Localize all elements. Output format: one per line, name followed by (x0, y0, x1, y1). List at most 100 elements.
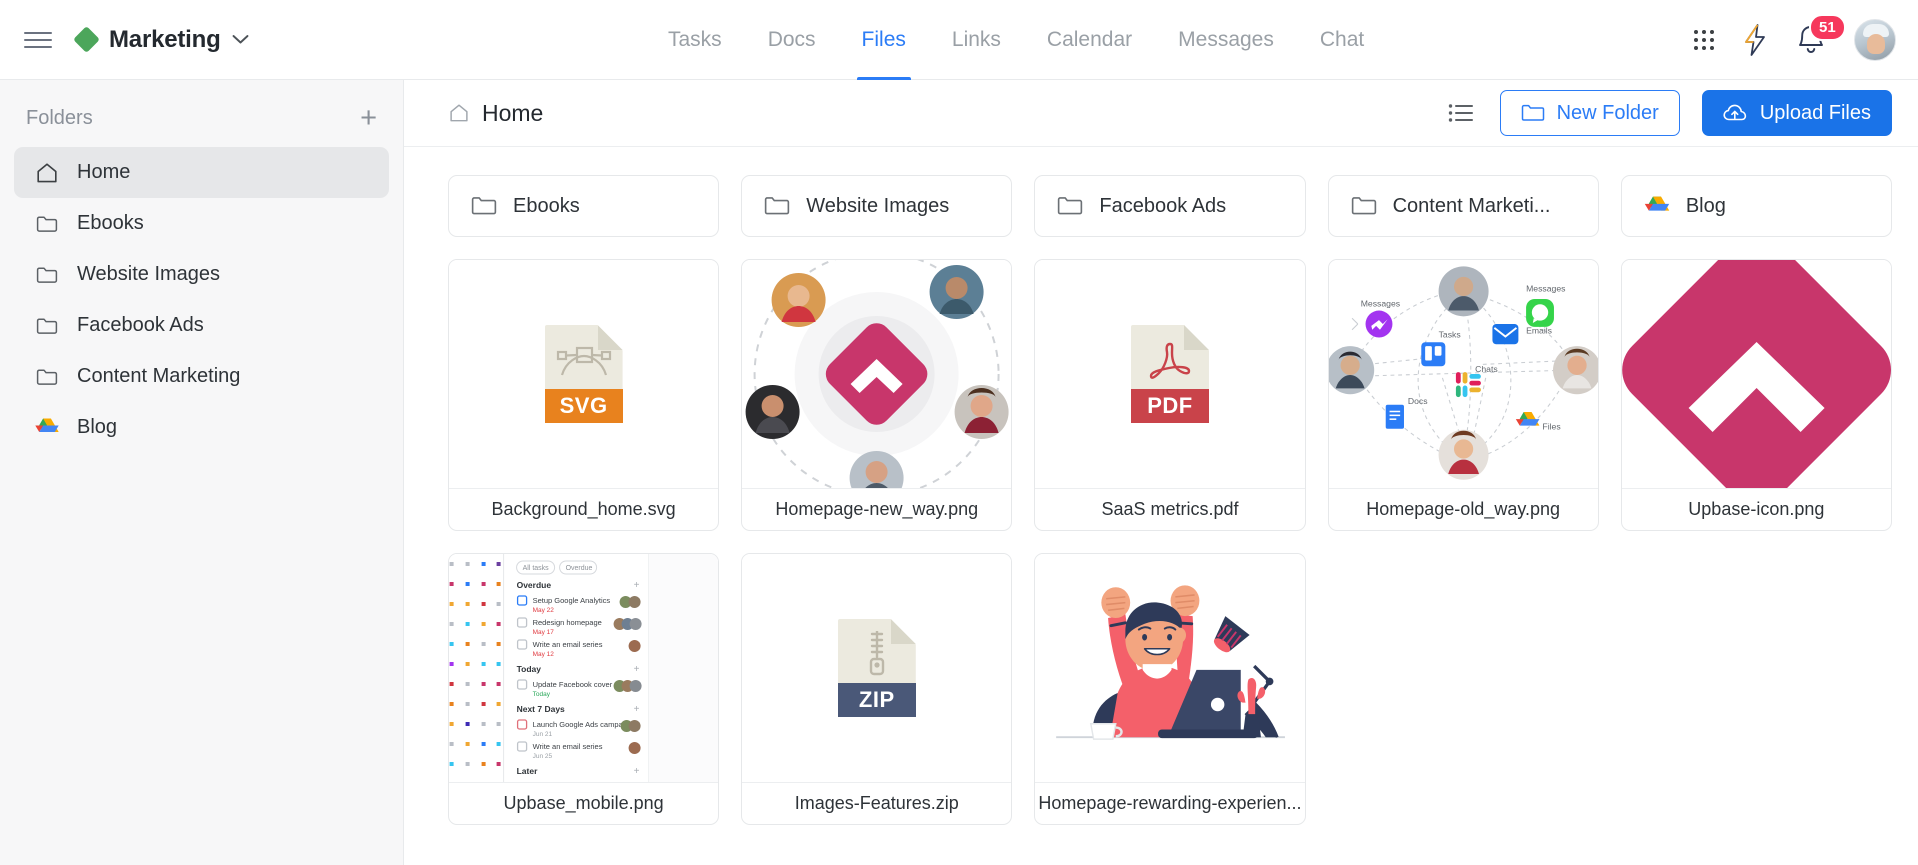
acrobat-glyph (1131, 339, 1209, 387)
folder-card-blog[interactable]: Blog (1620, 175, 1893, 237)
sidebar-item-label: Facebook Ads (77, 314, 204, 336)
top-header: Marketing Tasks Docs Files Links Calenda… (0, 0, 1918, 80)
file-thumbnail: Messages Messages Emails Tasks Chats Doc… (1328, 260, 1598, 488)
file-thumbnail: PDF (1035, 260, 1305, 488)
workspace-name: Marketing (109, 25, 221, 53)
file-ext-badge: PDF (1130, 389, 1209, 423)
folder-icon (34, 262, 59, 287)
notification-count-badge: 51 (1809, 13, 1846, 41)
file-thumbnail (1035, 554, 1305, 782)
lightning-bolt-icon[interactable] (1742, 23, 1768, 56)
user-avatar[interactable] (1854, 18, 1896, 61)
hamburger-line (24, 31, 52, 34)
workspace-diamond-icon (73, 26, 100, 53)
file-card-homepage-new-way-png[interactable]: Homepage-new_way.png (741, 259, 1013, 531)
notification-bell-icon[interactable]: 51 (1796, 13, 1846, 56)
avatars-circle-image (745, 260, 1009, 488)
tab-files[interactable]: Files (839, 0, 929, 80)
file-card-label: Homepage-rewarding-experien... (1035, 782, 1305, 824)
sidebar-item-ebooks[interactable]: Ebooks (14, 198, 389, 249)
toolbar-actions: New Folder Upload Files (1444, 90, 1892, 136)
zip-file-icon: ZIP (837, 619, 916, 717)
folder-card-label: Facebook Ads (1099, 194, 1227, 217)
sidebar-item-home[interactable]: Home (14, 147, 389, 198)
file-card-saas-metrics-pdf[interactable]: PDF SaaS metrics.pdf (1034, 259, 1306, 531)
svg-text:Overdue: Overdue (517, 580, 552, 590)
svg-text:Tasks: Tasks (1438, 329, 1461, 339)
upbase-logo-image (1621, 260, 1891, 488)
file-card-upbase-mobile-png[interactable]: All tasks Overdue Overdue + Setup Google… (448, 553, 720, 825)
file-card-images-features-zip[interactable]: ZIP Images-Features.zip (741, 553, 1013, 825)
svg-text:Overdue: Overdue (566, 565, 593, 572)
svg-text:+: + (634, 766, 640, 777)
folder-card-content-marketing[interactable]: Content Marketi... (1327, 175, 1599, 237)
tab-links[interactable]: Links (929, 0, 1024, 80)
hamburger-menu-icon[interactable] (24, 26, 52, 54)
file-card-label: Upbase-icon.png (1621, 488, 1891, 530)
file-card-label: SaaS metrics.pdf (1035, 488, 1305, 530)
apps-grid-icon[interactable] (1694, 29, 1714, 50)
file-card-label: Images-Features.zip (742, 782, 1012, 824)
app-root: Marketing Tasks Docs Files Links Calenda… (0, 0, 1918, 865)
svg-text:+: + (634, 580, 640, 591)
sidebar-item-website-images[interactable]: Website Images (14, 249, 389, 300)
new-folder-label: New Folder (1556, 101, 1659, 124)
folder-icon (1058, 197, 1083, 215)
tab-calendar[interactable]: Calendar (1024, 0, 1155, 80)
folder-card-ebooks[interactable]: Ebooks (448, 175, 720, 237)
google-drive-icon (1644, 196, 1670, 211)
folder-card-label: Blog (1685, 194, 1726, 217)
svg-text:Files: Files (1542, 422, 1561, 432)
folder-icon (471, 197, 497, 215)
svg-text:All tasks: All tasks (523, 565, 550, 572)
new-folder-button[interactable]: New Folder (1499, 90, 1680, 136)
tab-docs[interactable]: Docs (745, 0, 839, 80)
sidebar-item-label: Home (77, 161, 131, 183)
sidebar-item-facebook-ads[interactable]: Facebook Ads (14, 300, 389, 351)
sidebar-item-label: Website Images (77, 263, 221, 285)
sidebar-item-blog[interactable]: Blog (14, 402, 389, 453)
sidebar-title: Folders (26, 107, 93, 129)
folder-icon (1351, 197, 1376, 215)
svg-text:Jun 21: Jun 21 (533, 731, 553, 738)
svg-text:Jun 25: Jun 25 (533, 753, 553, 760)
svg-text:Messages: Messages (1526, 283, 1566, 293)
top-right-actions: 51 (1694, 13, 1896, 61)
sidebar-item-label: Blog (77, 416, 118, 438)
workspace-switcher[interactable]: Marketing (73, 25, 249, 54)
content-area: Home New Folder Upload Files Ebooks Webs… (404, 80, 1918, 865)
tab-messages[interactable]: Messages (1155, 0, 1297, 80)
file-thumbnail: ZIP (742, 554, 1012, 782)
file-card-row: All tasks Overdue Overdue + Setup Google… (448, 553, 1892, 825)
file-thumbnail: SVG (449, 260, 719, 488)
folder-card-website-images[interactable]: Website Images (741, 175, 1013, 237)
svg-text:Write an email series: Write an email series (533, 640, 603, 649)
files-scroll-area[interactable]: Ebooks Website Images Facebook Ads Conte… (404, 147, 1918, 865)
file-thumbnail: All tasks Overdue Overdue + Setup Google… (449, 554, 719, 782)
pdf-file-icon: PDF (1130, 325, 1209, 423)
folder-card-facebook-ads[interactable]: Facebook Ads (1034, 175, 1306, 237)
sidebar-header: Folders + (0, 88, 403, 147)
add-folder-button[interactable]: + (360, 104, 377, 133)
file-card-homepage-old-way-png[interactable]: Messages Messages Emails Tasks Chats Doc… (1327, 259, 1599, 531)
upload-files-button[interactable]: Upload Files (1701, 90, 1892, 136)
tab-chat[interactable]: Chat (1297, 0, 1387, 80)
tab-tasks[interactable]: Tasks (645, 0, 745, 80)
file-card-background-home-svg[interactable]: SVG Background_home.svg (448, 259, 720, 531)
chevron-down-icon[interactable] (232, 34, 249, 45)
file-ext-badge: ZIP (837, 683, 916, 717)
sidebar-item-content-marketing[interactable]: Content Marketing (14, 351, 389, 402)
svg-text:Docs: Docs (1407, 396, 1427, 406)
folder-card-row: Ebooks Website Images Facebook Ads Conte… (448, 175, 1893, 237)
breadcrumb[interactable]: Home (448, 100, 543, 127)
folder-card-label: Website Images (806, 194, 950, 217)
list-view-icon[interactable] (1444, 99, 1478, 127)
svg-text:+: + (634, 664, 640, 675)
folder-icon (34, 211, 59, 236)
mobile-app-screenshot: All tasks Overdue Overdue + Setup Google… (449, 554, 719, 782)
file-card-homepage-rewarding-experience-png[interactable]: Homepage-rewarding-experien... (1034, 553, 1306, 825)
file-card-upbase-icon-png[interactable]: Upbase-icon.png (1620, 259, 1892, 531)
svg-text:May 22: May 22 (533, 607, 555, 614)
svg-text:Today: Today (517, 664, 542, 674)
folder-icon (1521, 104, 1544, 121)
